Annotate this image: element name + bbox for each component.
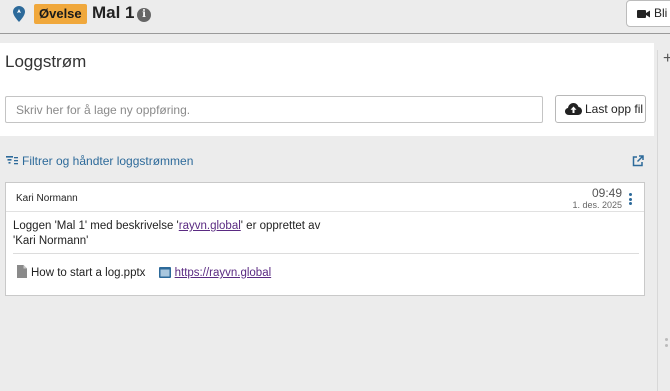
log-stream-title: Loggstrøm [5,52,87,71]
plus-icon[interactable]: + [663,51,670,67]
filter-icon [6,156,18,165]
filter-log-stream-link[interactable]: Filtrer og håndter loggstrømmen [6,154,193,168]
log-entry-card: Kari Normann 09:49 1. des. 2025 Loggen '… [5,182,645,296]
page-title: Mal 1 [92,3,135,22]
entry-header: Kari Normann 09:49 1. des. 2025 [6,183,644,212]
join-video-button[interactable]: Bli m [626,0,670,27]
map-pin-icon [13,6,25,22]
panel-resize-handle[interactable] [665,338,668,350]
info-icon[interactable]: i [137,8,151,22]
top-bar: Øvelse Mal 1 i Bli m [0,0,670,34]
join-button-label: Bli m [654,6,670,20]
entry-more-menu-icon[interactable] [629,193,633,207]
video-camera-icon [637,10,650,18]
entry-time: 09:49 [591,186,622,200]
cloud-upload-icon [565,103,582,115]
entry-divider [13,253,639,254]
right-panel-divider [657,50,658,391]
new-entry-input[interactable] [5,96,543,123]
entry-text-after: ' er opprettet av [240,220,321,232]
entry-text-before: Loggen 'Mal 1' med beskrivelse ' [13,220,179,232]
link-icon [158,267,171,278]
upload-button-label: Last opp fil [585,102,644,116]
upload-file-button[interactable]: Last opp fil [555,95,646,123]
entry-text-line2: 'Kari Normann' [13,235,89,247]
entry-date: 1. des. 2025 [572,200,622,210]
attachment-link[interactable]: https://rayvn.global [158,267,272,279]
exercise-mode-badge: Øvelse [34,4,87,24]
attachment-file-name: How to start a log.pptx [31,267,146,279]
entry-description-link[interactable]: rayvn.global [179,220,241,232]
filter-label: Filtrer og håndter loggstrømmen [22,154,194,168]
file-icon [17,265,27,278]
entry-text: Loggen 'Mal 1' med beskrivelse 'rayvn.gl… [13,219,633,249]
attachment-file[interactable]: How to start a log.pptx [17,265,145,279]
external-link-icon[interactable] [632,155,644,167]
log-stream-panel: Loggstrøm Last opp fil [0,43,654,136]
attachment-link-url[interactable]: https://rayvn.global [175,267,272,279]
entry-attachments: How to start a log.pptx https://rayvn.gl… [17,265,281,279]
entry-author: Kari Normann [16,193,78,204]
